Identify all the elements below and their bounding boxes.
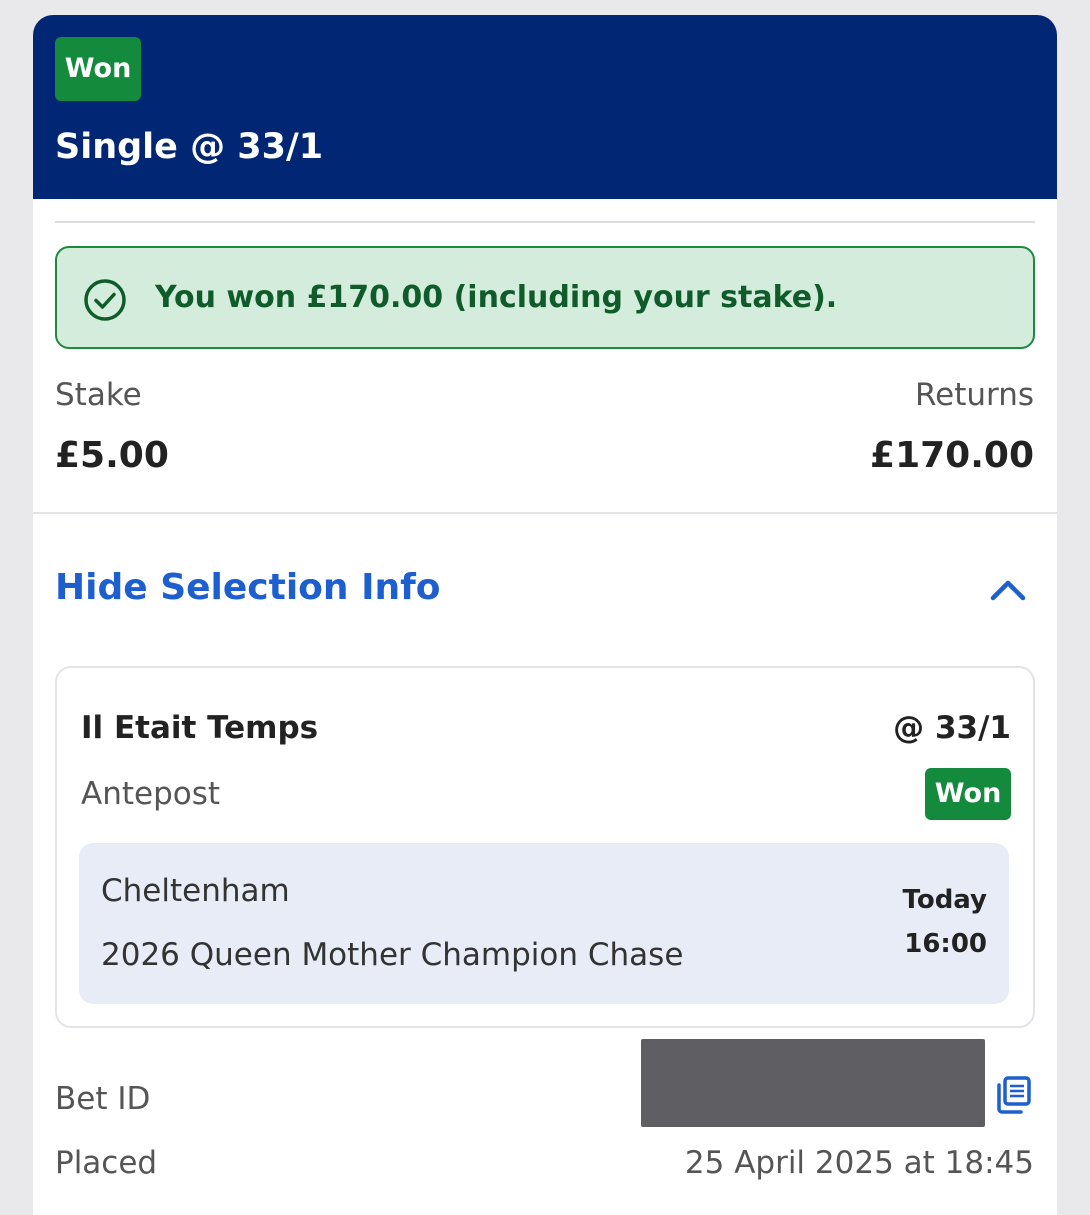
stake-label: Stake [55,377,142,413]
selection-card: Il Etait Temps @ 33/1 Antepost Won Chelt… [55,666,1035,1028]
bet-type-title: Single @ 33/1 [55,127,324,167]
event-day: Today [902,885,987,915]
event-time: 16:00 [904,929,987,959]
won-banner: You won £170.00 (including your stake). [55,246,1035,349]
stake-value: £5.00 [55,435,169,476]
selection-name: Il Etait Temps [81,710,319,746]
divider [55,221,1035,223]
won-message: You won £170.00 (including your stake). [155,280,838,315]
returns-label: Returns [914,377,1034,413]
chevron-up-icon[interactable] [988,577,1028,603]
placed-label: Placed [55,1145,158,1181]
selection-odds: @ 33/1 [893,710,1011,746]
bet-id-label: Bet ID [55,1081,151,1117]
copy-icon[interactable] [993,1075,1033,1115]
status-badge: Won [55,37,141,101]
event-venue: Cheltenham [101,873,290,909]
placed-value: 25 April 2025 at 18:45 [684,1145,1034,1181]
event-info-box[interactable]: Cheltenham 2026 Queen Mother Champion Ch… [79,843,1009,1004]
check-circle-icon [84,279,126,321]
hide-selection-info-link[interactable]: Hide Selection Info [55,567,441,608]
section-divider [33,512,1057,514]
returns-value: £170.00 [870,435,1034,476]
event-race-name: 2026 Queen Mother Champion Chase [101,937,684,973]
market-type: Antepost [81,776,221,812]
selection-status-badge: Won [925,768,1011,820]
bet-header: Won Single @ 33/1 [33,15,1057,199]
bet-id-redacted [641,1039,985,1127]
bet-card: Won Single @ 33/1 You won £170.00 (inclu… [33,15,1057,1215]
